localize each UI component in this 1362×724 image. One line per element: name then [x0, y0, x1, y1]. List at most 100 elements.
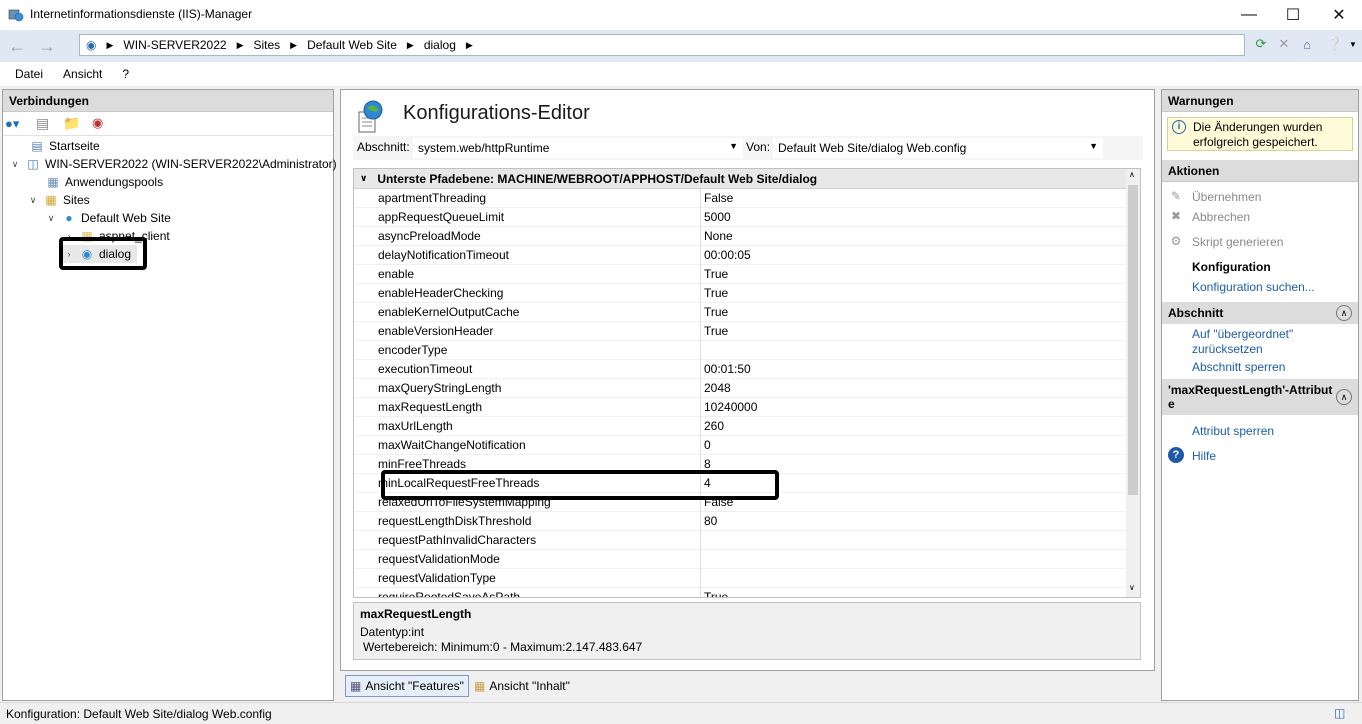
section-dropdown[interactable]: system.web/httpRuntime ▼ — [413, 138, 743, 158]
breadcrumb-dialog[interactable]: dialog — [424, 38, 456, 52]
tree-item-default-web-site[interactable]: ∨ ● Default Web Site — [45, 209, 171, 227]
close-button[interactable]: ✕ — [1316, 0, 1362, 30]
column-divider — [700, 588, 701, 597]
grid-scrollbar[interactable]: ∧ ∨ — [1126, 169, 1140, 597]
table-row[interactable]: executionTimeout 00:01:50 — [354, 360, 1126, 379]
tree-item-sites[interactable]: ∨ ▦ Sites — [27, 191, 90, 209]
menu-file[interactable]: Datei — [15, 67, 43, 81]
help-icon[interactable]: ❔ — [1326, 35, 1344, 53]
property-value[interactable]: 2048 — [704, 381, 731, 395]
detail-property-name: maxRequestLength — [360, 607, 472, 621]
property-value[interactable]: False — [704, 191, 733, 205]
property-value[interactable]: True — [704, 305, 728, 319]
property-name: minFreeThreads — [378, 457, 467, 471]
tab-content-view[interactable]: ▦ Ansicht "Inhalt" — [470, 675, 574, 697]
table-row[interactable]: requireRootedSaveAsPath True — [354, 588, 1126, 597]
collapse-icon[interactable]: ∧ — [1336, 305, 1352, 321]
scroll-thumb[interactable] — [1128, 185, 1138, 495]
breadcrumb-default-web-site[interactable]: Default Web Site — [307, 38, 397, 52]
warnings-header: Warnungen — [1162, 90, 1358, 112]
table-row[interactable]: delayNotificationTimeout 00:00:05 — [354, 246, 1126, 265]
grid-group-title: Unterste Pfadebene: MACHINE/WEBROOT/APPH… — [377, 171, 818, 186]
table-row[interactable]: apartmentThreading False — [354, 189, 1126, 208]
attribute-group-title: 'maxRequestLength'-Attribute — [1168, 383, 1333, 411]
property-value[interactable]: 80 — [704, 514, 717, 528]
tree-item-app-pools[interactable]: ▦ Anwendungspools — [45, 173, 163, 191]
cancel-action[interactable]: Abbrechen — [1192, 210, 1250, 224]
breadcrumb-separator-icon[interactable]: ▶ — [290, 40, 297, 51]
table-row[interactable]: asyncPreloadMode None — [354, 227, 1126, 246]
chevron-down-icon[interactable]: ∨ — [360, 173, 367, 184]
chevron-down-icon[interactable]: ∨ — [45, 209, 57, 227]
column-divider — [700, 531, 701, 550]
property-value[interactable]: 10240000 — [704, 400, 757, 414]
lock-attribute-link[interactable]: Attribut sperren — [1192, 424, 1274, 438]
property-value[interactable]: True — [704, 324, 728, 338]
forward-arrow-icon[interactable]: → — [34, 33, 60, 59]
property-value[interactable]: None — [704, 229, 733, 243]
property-value[interactable]: True — [704, 590, 728, 597]
table-row[interactable]: appRequestQueueLimit 5000 — [354, 208, 1126, 227]
home-icon[interactable]: ⌂ — [1298, 35, 1316, 53]
property-value[interactable]: 00:00:05 — [704, 248, 751, 262]
property-value[interactable]: 260 — [704, 419, 724, 433]
table-row[interactable]: enableVersionHeader True — [354, 322, 1126, 341]
property-value[interactable]: 00:01:50 — [704, 362, 751, 376]
table-row[interactable]: requestPathInvalidCharacters — [354, 531, 1126, 550]
collapse-icon[interactable]: ∧ — [1336, 389, 1352, 405]
refresh-icon[interactable]: ⟳ — [1252, 35, 1270, 53]
breadcrumb-separator-icon[interactable]: ▶ — [237, 40, 244, 51]
property-value[interactable]: 8 — [704, 457, 711, 471]
table-row[interactable]: maxQueryStringLength 2048 — [354, 379, 1126, 398]
breadcrumb-sites[interactable]: Sites — [253, 38, 280, 52]
apply-action[interactable]: Übernehmen — [1192, 190, 1261, 204]
table-row[interactable]: enableKernelOutputCache True — [354, 303, 1126, 322]
connect-icon[interactable]: ●▾ — [5, 116, 19, 132]
minimize-button[interactable]: — — [1226, 0, 1272, 30]
breadcrumb-separator-icon[interactable]: ▶ — [407, 40, 414, 51]
table-row[interactable]: maxWaitChangeNotification 0 — [354, 436, 1126, 455]
scroll-up-icon[interactable]: ∧ — [1129, 170, 1135, 179]
back-arrow-icon[interactable]: ← — [4, 33, 30, 59]
actions-header: Aktionen — [1162, 160, 1358, 182]
tab-features-view[interactable]: ▦ Ansicht "Features" — [345, 675, 469, 697]
property-value[interactable]: 0 — [704, 438, 711, 452]
chevron-down-icon[interactable]: ∨ — [9, 155, 21, 173]
menu-help[interactable]: ? — [122, 67, 129, 81]
from-dropdown[interactable]: Default Web Site/dialog Web.config ▼ — [773, 138, 1103, 158]
table-row[interactable]: enable True — [354, 265, 1126, 284]
table-row[interactable]: maxRequestLength 10240000 — [354, 398, 1126, 417]
reset-to-parent-link[interactable]: Auf "übergeordnet" zurücksetzen — [1192, 327, 1322, 357]
address-bar[interactable]: ◉ ▶ WIN-SERVER2022 ▶ Sites ▶ Default Web… — [79, 34, 1245, 56]
table-row[interactable]: requestLengthDiskThreshold 80 — [354, 512, 1126, 531]
property-value[interactable]: 5000 — [704, 210, 731, 224]
disconnect-icon[interactable]: ◉ — [92, 115, 103, 131]
lock-section-link[interactable]: Abschnitt sperren — [1192, 360, 1285, 374]
table-row[interactable]: requestValidationMode — [354, 550, 1126, 569]
search-configuration-link[interactable]: Konfiguration suchen... — [1192, 280, 1315, 294]
tree-item-server[interactable]: ∨ ◫ WIN-SERVER2022 (WIN-SERVER2022\Admin… — [9, 155, 337, 173]
breadcrumb-separator-icon[interactable]: ▶ — [106, 40, 113, 51]
from-label: Von: — [746, 140, 771, 154]
tree-item-startseite[interactable]: ▤ Startseite — [29, 137, 99, 155]
help-link[interactable]: Hilfe — [1192, 449, 1216, 463]
address-row: ← → ◉ ▶ WIN-SERVER2022 ▶ Sites ▶ Default… — [0, 30, 1362, 62]
grid-group-header[interactable]: ∨ Unterste Pfadebene: MACHINE/WEBROOT/AP… — [354, 169, 1126, 189]
table-row[interactable]: encoderType — [354, 341, 1126, 360]
table-row[interactable]: maxUrlLength 260 — [354, 417, 1126, 436]
scroll-down-icon[interactable]: ∨ — [1129, 583, 1135, 592]
property-value[interactable]: True — [704, 267, 728, 281]
stop-icon[interactable]: ✕ — [1275, 35, 1293, 53]
generate-script-action[interactable]: Skript generieren — [1192, 235, 1283, 249]
chevron-down-icon[interactable]: ∨ — [27, 191, 39, 209]
table-row[interactable]: enableHeaderChecking True — [354, 284, 1126, 303]
save-icon[interactable]: ▤ — [36, 115, 49, 132]
table-row[interactable]: requestValidationType — [354, 569, 1126, 588]
breadcrumb-server[interactable]: WIN-SERVER2022 — [123, 38, 226, 52]
maximize-button[interactable]: ☐ — [1270, 0, 1316, 30]
breadcrumb-separator-icon[interactable]: ▶ — [466, 40, 473, 51]
menu-view[interactable]: Ansicht — [63, 67, 102, 81]
folder-up-icon[interactable]: 📁 — [63, 115, 80, 132]
property-value[interactable]: True — [704, 286, 728, 300]
help-dropdown-icon[interactable]: ▼ — [1344, 35, 1362, 53]
